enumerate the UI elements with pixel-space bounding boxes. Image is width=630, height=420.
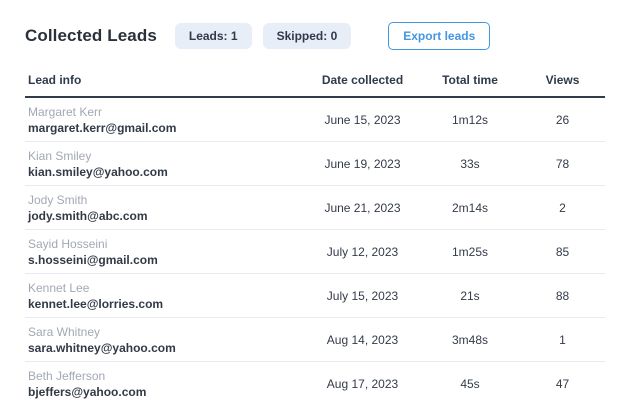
views-cell: 2: [520, 201, 605, 215]
date-collected-cell: July 12, 2023: [305, 245, 420, 259]
lead-name: Kian Smiley: [28, 150, 305, 162]
lead-email: sara.whitney@yahoo.com: [28, 342, 305, 354]
table-row[interactable]: Kennet Lee kennet.lee@lorries.com July 1…: [25, 274, 605, 318]
lead-email: kian.smiley@yahoo.com: [28, 166, 305, 178]
date-collected-cell: Aug 17, 2023: [305, 377, 420, 391]
export-leads-button[interactable]: Export leads: [388, 22, 490, 50]
total-time-cell: 21s: [420, 289, 520, 303]
views-cell: 1: [520, 333, 605, 347]
lead-info-cell: Sara Whitney sara.whitney@yahoo.com: [25, 326, 305, 354]
lead-info-cell: Beth Jefferson bjeffers@yahoo.com: [25, 370, 305, 398]
lead-info-cell: Sayid Hosseini s.hosseini@gmail.com: [25, 238, 305, 266]
lead-email: margaret.kerr@gmail.com: [28, 122, 305, 134]
date-collected-cell: June 19, 2023: [305, 157, 420, 171]
views-cell: 26: [520, 113, 605, 127]
total-time-cell: 2m14s: [420, 201, 520, 215]
lead-info-cell: Jody Smith jody.smith@abc.com: [25, 194, 305, 222]
column-header-lead-info: Lead info: [25, 73, 305, 87]
total-time-cell: 1m25s: [420, 245, 520, 259]
lead-name: Sara Whitney: [28, 326, 305, 338]
table-row[interactable]: Kian Smiley kian.smiley@yahoo.com June 1…: [25, 142, 605, 186]
table-row[interactable]: Beth Jefferson bjeffers@yahoo.com Aug 17…: [25, 362, 605, 406]
lead-info-cell: Kennet Lee kennet.lee@lorries.com: [25, 282, 305, 310]
total-time-cell: 45s: [420, 377, 520, 391]
page-title: Collected Leads: [25, 26, 157, 46]
lead-name: Jody Smith: [28, 194, 305, 206]
table-header-row: Lead info Date collected Total time View…: [25, 73, 605, 98]
skipped-count-badge: Skipped: 0: [263, 23, 352, 49]
date-collected-cell: July 15, 2023: [305, 289, 420, 303]
column-header-total-time: Total time: [420, 73, 520, 87]
collected-leads-panel: Collected Leads Leads: 1 Skipped: 0 Expo…: [0, 0, 630, 406]
topbar: Collected Leads Leads: 1 Skipped: 0 Expo…: [25, 22, 605, 49]
date-collected-cell: June 15, 2023: [305, 113, 420, 127]
column-header-views: Views: [520, 73, 605, 87]
leads-table: Lead info Date collected Total time View…: [25, 73, 605, 406]
lead-name: Kennet Lee: [28, 282, 305, 294]
column-header-date-collected: Date collected: [305, 73, 420, 87]
table-row[interactable]: Jody Smith jody.smith@abc.com June 21, 2…: [25, 186, 605, 230]
lead-name: Sayid Hosseini: [28, 238, 305, 250]
total-time-cell: 1m12s: [420, 113, 520, 127]
leads-count-badge: Leads: 1: [175, 23, 252, 49]
lead-email: kennet.lee@lorries.com: [28, 298, 305, 310]
views-cell: 78: [520, 157, 605, 171]
date-collected-cell: June 21, 2023: [305, 201, 420, 215]
lead-email: jody.smith@abc.com: [28, 210, 305, 222]
lead-name: Margaret Kerr: [28, 106, 305, 118]
views-cell: 85: [520, 245, 605, 259]
lead-email: bjeffers@yahoo.com: [28, 386, 305, 398]
table-row[interactable]: Margaret Kerr margaret.kerr@gmail.com Ju…: [25, 98, 605, 142]
lead-name: Beth Jefferson: [28, 370, 305, 382]
table-row[interactable]: Sara Whitney sara.whitney@yahoo.com Aug …: [25, 318, 605, 362]
lead-email: s.hosseini@gmail.com: [28, 254, 305, 266]
lead-info-cell: Margaret Kerr margaret.kerr@gmail.com: [25, 106, 305, 134]
lead-info-cell: Kian Smiley kian.smiley@yahoo.com: [25, 150, 305, 178]
table-row[interactable]: Sayid Hosseini s.hosseini@gmail.com July…: [25, 230, 605, 274]
total-time-cell: 3m48s: [420, 333, 520, 347]
date-collected-cell: Aug 14, 2023: [305, 333, 420, 347]
total-time-cell: 33s: [420, 157, 520, 171]
views-cell: 88: [520, 289, 605, 303]
views-cell: 47: [520, 377, 605, 391]
